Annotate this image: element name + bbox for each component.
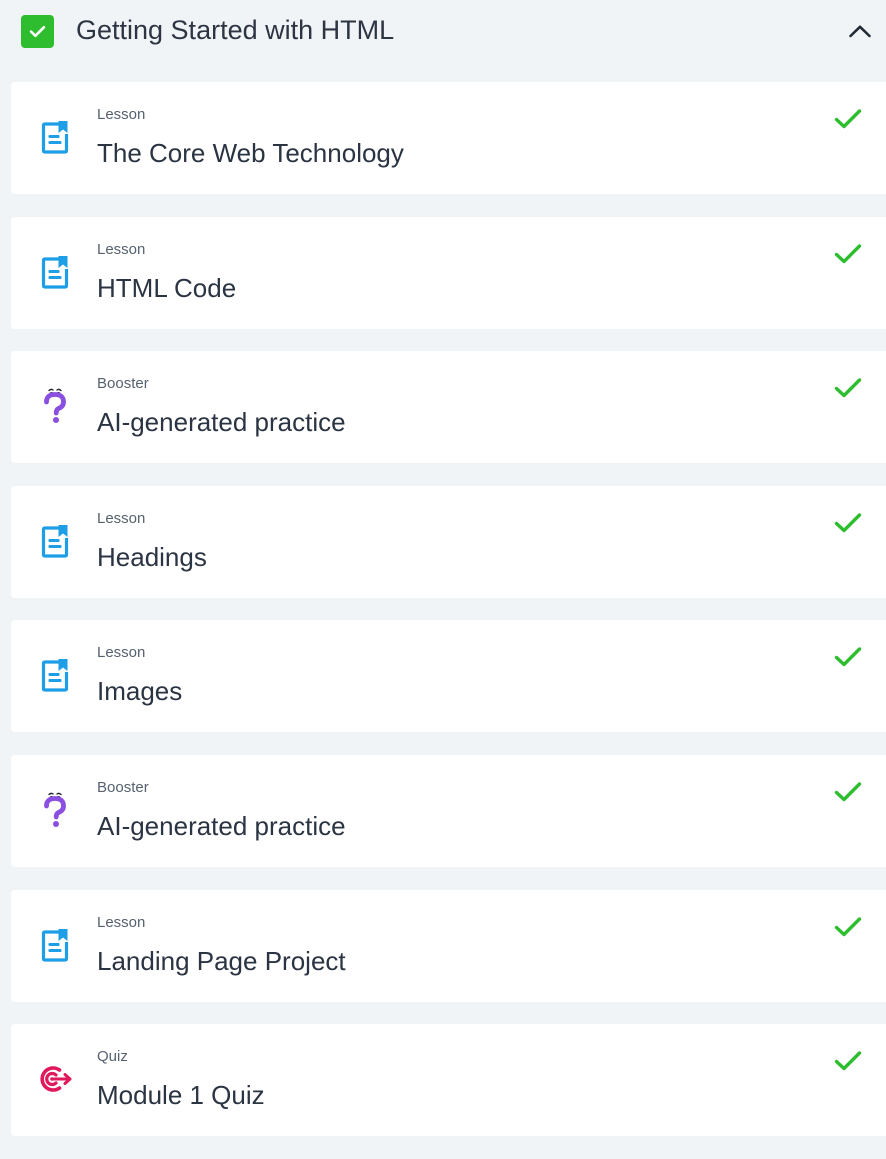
collapse-button[interactable] (843, 14, 877, 48)
item-title: Headings (97, 541, 207, 572)
item-type-label: Lesson (97, 913, 146, 931)
completed-check-icon (833, 510, 863, 536)
completed-check-icon (833, 241, 863, 267)
module-title: Getting Started with HTML (76, 15, 395, 45)
completed-check-icon (833, 779, 863, 805)
checkbox-checked-icon (21, 15, 54, 48)
completed-check-icon (833, 106, 863, 132)
item-title: Images (97, 676, 183, 707)
question-mark-face-icon (37, 386, 73, 426)
item-type-label: Lesson (97, 240, 146, 258)
lesson-document-icon (37, 117, 73, 157)
booster-item[interactable]: Booster AI-generated practice (11, 754, 886, 867)
item-type-label: Lesson (97, 644, 146, 662)
item-title: HTML Code (97, 272, 237, 303)
question-mark-face-icon (37, 790, 73, 830)
chevron-up-icon (849, 25, 871, 38)
item-title: Module 1 Quiz (97, 1080, 265, 1111)
lesson-document-icon (37, 252, 73, 292)
item-title: The Core Web Technology (97, 138, 404, 168)
item-title: Landing Page Project (97, 945, 346, 976)
item-type-label: Lesson (97, 509, 146, 527)
item-title: AI-generated practice (97, 407, 346, 438)
lesson-item[interactable]: Lesson Images (11, 620, 886, 733)
completed-check-icon (833, 375, 863, 401)
completed-check-icon (833, 1048, 863, 1074)
lesson-item[interactable]: Lesson Landing Page Project (11, 889, 886, 1002)
lesson-item[interactable]: Lesson Headings (11, 485, 886, 598)
booster-item[interactable]: Booster AI-generated practice (11, 351, 886, 464)
item-type-label: Booster (97, 375, 149, 393)
completed-check-icon (833, 914, 863, 940)
item-type-label: Quiz (97, 1048, 128, 1066)
module-item-list: Lesson The Core Web Technology Lesson HT… (11, 82, 886, 1159)
completed-check-icon (833, 644, 863, 670)
lesson-item[interactable]: Lesson HTML Code (11, 216, 886, 329)
item-title: AI-generated practice (97, 810, 346, 841)
lesson-item[interactable]: Lesson The Core Web Technology (11, 82, 886, 194)
item-type-label: Lesson (97, 106, 146, 123)
lesson-document-icon (37, 521, 73, 561)
quiz-item[interactable]: Quiz Module 1 Quiz (11, 1024, 886, 1137)
module-header[interactable]: Getting Started with HTML (0, 0, 886, 62)
quiz-target-icon (37, 1059, 73, 1099)
lesson-document-icon (37, 655, 73, 695)
lesson-document-icon (37, 925, 73, 965)
item-type-label: Booster (97, 778, 149, 796)
